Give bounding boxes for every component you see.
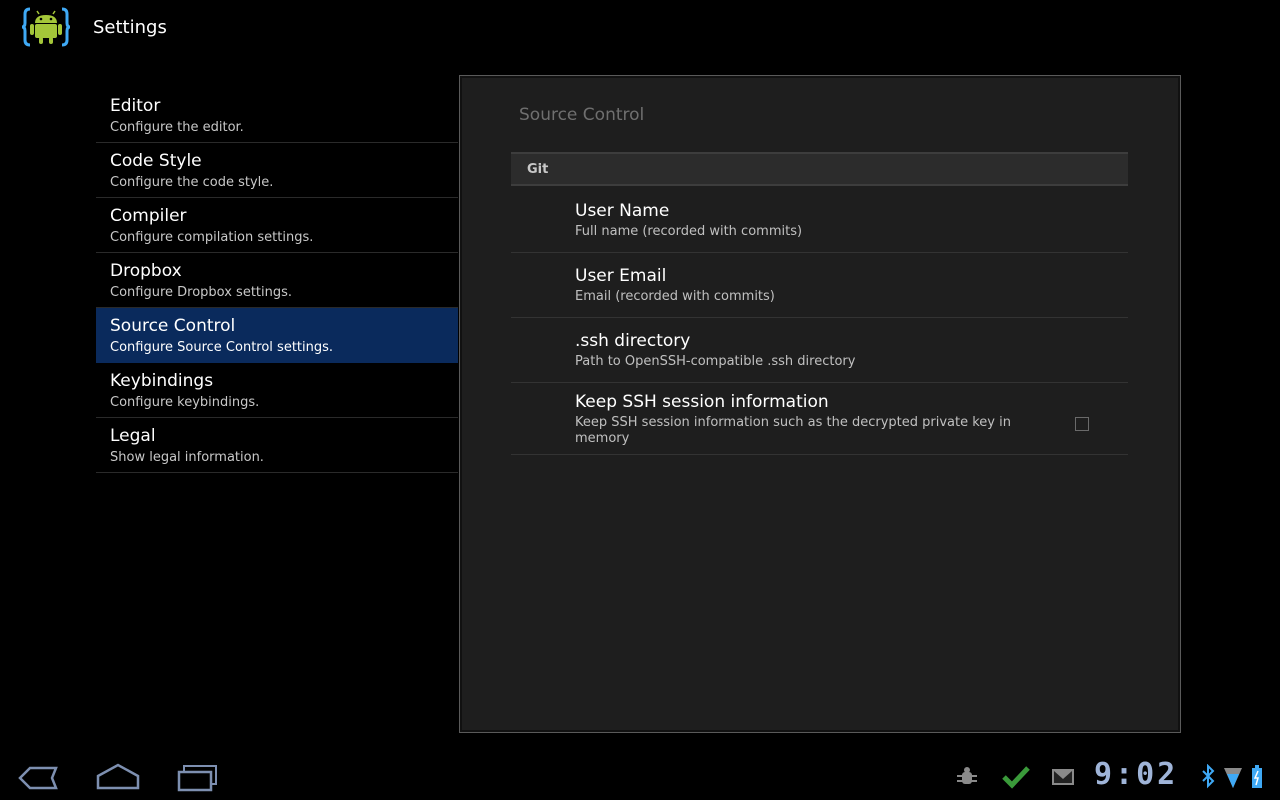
header-item-keybindings[interactable]: Keybindings Configure keybindings. [96,363,458,418]
recent-apps-icon[interactable] [176,760,220,796]
clock[interactable]: 9:02 [1094,757,1178,792]
header-title: Compiler [110,206,187,226]
home-icon[interactable] [96,760,140,796]
battery-icon[interactable] [1250,764,1264,790]
bluetooth-icon[interactable] [1200,763,1216,790]
pref-summary: Path to OpenSSH-compatible .ssh director… [575,354,856,369]
header-item-editor[interactable]: Editor Configure the editor. [96,88,458,143]
pref-keep-ssh-session[interactable]: Keep SSH session information Keep SSH se… [511,383,1128,455]
pref-summary: Email (recorded with commits) [575,289,775,304]
header-item-legal[interactable]: Legal Show legal information. [96,418,458,473]
header-summary: Show legal information. [110,450,264,465]
header-summary: Configure Dropbox settings. [110,285,293,300]
header-title: Editor [110,96,161,116]
pref-user-email[interactable]: User Email Email (recorded with commits) [511,253,1128,318]
pref-user-name[interactable]: User Name Full name (recorded with commi… [511,188,1128,253]
header-title: Code Style [110,151,202,171]
header-title: Source Control [110,316,236,336]
header-summary: Configure the code style. [110,175,274,190]
pref-summary-line1: Keep SSH session information such as the… [575,415,1011,430]
back-icon[interactable] [16,760,60,796]
panel-title: Source Control [519,105,645,125]
header-item-source-control[interactable]: Source Control Configure Source Control … [96,308,458,363]
gmail-icon[interactable] [1050,764,1076,790]
action-bar: Settings [0,0,1280,56]
pref-title: .ssh directory [575,331,691,351]
header-summary: Configure keybindings. [110,395,260,410]
header-title: Dropbox [110,261,182,281]
pref-title: User Name [575,201,670,221]
usb-debugging-icon[interactable] [956,764,978,790]
category-git: Git [511,152,1128,186]
wifi-icon[interactable] [1222,764,1244,790]
header-summary: Configure the editor. [110,120,244,135]
android-app-icon[interactable] [21,6,71,48]
header-item-dropbox[interactable]: Dropbox Configure Dropbox settings. [96,253,458,308]
pref-title: User Email [575,266,667,286]
header-title: Keybindings [110,371,214,391]
page-title: Settings [93,17,167,38]
pref-summary: Full name (recorded with commits) [575,224,803,239]
source-control-panel: Source Control Git User Name Full name (… [459,75,1181,733]
header-item-compiler[interactable]: Compiler Configure compilation settings. [96,198,458,253]
header-title: Legal [110,426,156,446]
category-label: Git [527,162,549,177]
pref-ssh-directory[interactable]: .ssh directory Path to OpenSSH-compatibl… [511,318,1128,383]
check-icon[interactable] [1002,764,1030,790]
keep-ssh-session-checkbox[interactable] [1075,417,1089,431]
header-summary: Configure Source Control settings. [110,340,334,355]
system-bar: 9:02 [0,752,1280,800]
pref-summary-line2: memory [575,431,630,446]
header-item-code-style[interactable]: Code Style Configure the code style. [96,143,458,198]
settings-headers-list: Editor Configure the editor. Code Style … [96,88,458,473]
header-summary: Configure compilation settings. [110,230,314,245]
pref-title: Keep SSH session information [575,392,829,412]
